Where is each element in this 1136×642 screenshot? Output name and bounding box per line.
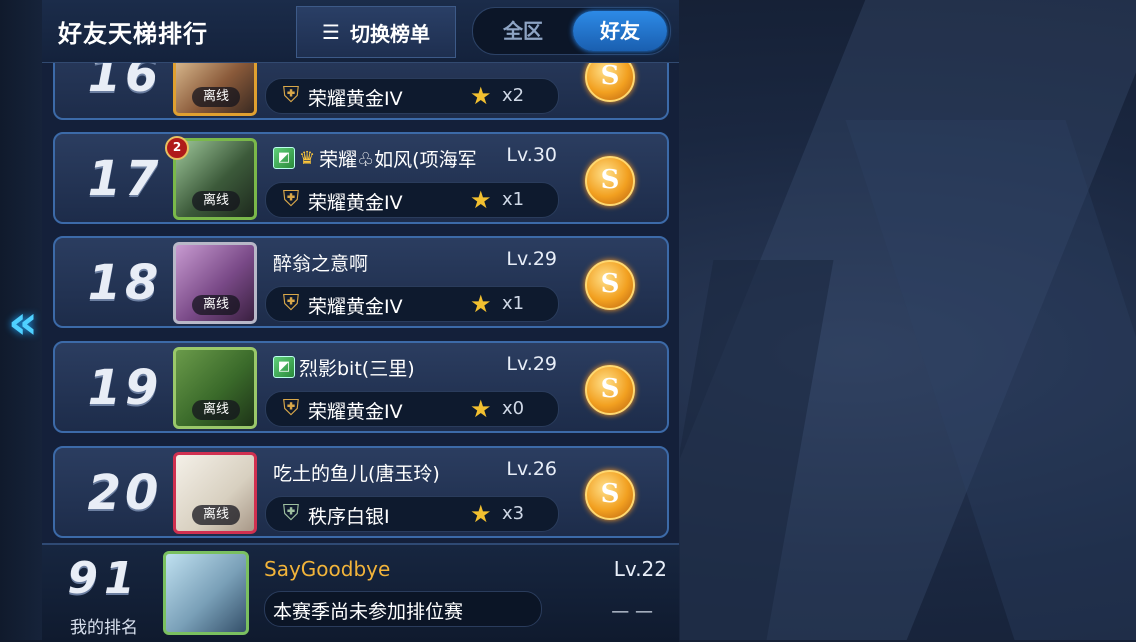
game-center-icon: ◩	[273, 356, 295, 378]
switch-leaderboard-button[interactable]: ☰ 切换榜单	[296, 6, 456, 58]
ranking-row-20[interactable]: 20 离线 吃土的鱼儿(唐玉玲) Lv.26 ⛨ 秩序白银I ★ x3 S	[53, 446, 669, 538]
season-s-button[interactable]: S	[585, 365, 635, 415]
player-level: Lv.29	[506, 248, 557, 270]
scope-tabs: 全区 好友	[472, 7, 671, 55]
my-star-count: — —	[611, 601, 653, 622]
game-center-icon: ◩	[273, 147, 295, 169]
tier-pill: ⛨ 荣耀黄金IV ★ x2	[265, 78, 559, 114]
offline-badge: 离线	[192, 295, 240, 315]
tier-pill: ⛨ 秩序白银I ★ x3	[265, 496, 559, 532]
tier-pill: ⛨ 荣耀黄金IV ★ x1	[265, 286, 559, 322]
my-level: Lv.22	[613, 557, 667, 581]
gold-tier-emblem-icon: ⛨	[282, 187, 300, 212]
player-level: Lv.30	[506, 144, 557, 166]
avatar[interactable]: 离线	[173, 347, 257, 429]
my-avatar[interactable]	[163, 551, 249, 635]
page-title: 好友天梯排行	[58, 20, 208, 48]
player-name: 荣耀♧如风(项海军	[319, 148, 477, 171]
player-level: Lv.26	[506, 458, 557, 480]
background-art	[680, 0, 1136, 640]
star-count: x0	[502, 398, 525, 419]
my-status-pill: 本赛季尚未参加排位赛	[264, 591, 542, 627]
star-icon: ★	[470, 82, 492, 110]
my-status-text: 本赛季尚未参加排位赛	[273, 601, 464, 623]
my-rank-number: 91	[67, 553, 141, 604]
silver-tier-emblem-icon: ⛨	[282, 501, 300, 526]
gold-tier-emblem-icon: ⛨	[282, 83, 300, 108]
star-count: x3	[502, 503, 525, 524]
tier-name: 荣耀黄金IV	[308, 88, 403, 110]
offline-badge: 离线	[192, 191, 240, 211]
gold-tier-emblem-icon: ⛨	[282, 396, 300, 421]
tier-pill: ⛨ 荣耀黄金IV ★ x1	[265, 182, 559, 218]
player-name: 醉翁之意啊	[273, 252, 369, 275]
offline-badge: 离线	[192, 400, 240, 420]
tier-name: 荣耀黄金IV	[308, 192, 403, 214]
my-name: SayGoodbye	[264, 557, 391, 581]
avatar[interactable]: 离线	[173, 452, 257, 534]
back-arrow-icon[interactable]: «	[6, 292, 40, 352]
star-icon: ★	[470, 395, 492, 423]
rank-number: 18	[87, 255, 163, 311]
tab-all-region[interactable]: 全区	[476, 11, 570, 51]
notification-badge: 2	[165, 136, 189, 160]
my-rank-bar: 91 我的排名 SayGoodbye Lv.22 本赛季尚未参加排位赛 — —	[42, 543, 679, 642]
star-count: x2	[502, 85, 525, 106]
ladder-header: 好友天梯排行 ☰ 切换榜单 全区 好友	[42, 0, 679, 63]
rank-number: 19	[87, 360, 163, 416]
offline-badge: 离线	[192, 87, 240, 107]
rank-number: 20	[87, 465, 163, 521]
star-icon: ★	[470, 290, 492, 318]
star-count: x1	[502, 293, 525, 314]
player-name: 吃土的鱼儿(唐玉玲)	[273, 462, 440, 485]
tier-pill: ⛨ 荣耀黄金IV ★ x0	[265, 391, 559, 427]
qq-penguin-icon: ♛	[299, 147, 316, 169]
player-level: Lv.29	[506, 353, 557, 375]
season-s-button[interactable]: S	[585, 156, 635, 206]
gold-tier-emblem-icon: ⛨	[282, 291, 300, 316]
tab-friends[interactable]: 好友	[573, 11, 667, 51]
star-icon: ★	[470, 500, 492, 528]
star-icon: ★	[470, 186, 492, 214]
star-count: x1	[502, 189, 525, 210]
ranking-row-19[interactable]: 19 离线 ◩ 烈影bit(三里) Lv.29 ⛨ 荣耀黄金IV ★ x0 S	[53, 341, 669, 433]
ranking-row-18[interactable]: 18 离线 醉翁之意啊 Lv.29 ⛨ 荣耀黄金IV ★ x1 S	[53, 236, 669, 328]
player-name: 烈影bit(三里)	[299, 357, 415, 380]
list-icon: ☰	[322, 20, 340, 44]
rank-number: 17	[87, 151, 163, 207]
season-s-button[interactable]: S	[585, 260, 635, 310]
avatar[interactable]: 离线	[173, 242, 257, 324]
switch-label: 切换榜单	[349, 21, 430, 46]
ranking-row-17[interactable]: 2 17 离线 ◩ ♛ 荣耀♧如风(项海军 Lv.30 ⛨ 荣耀黄金IV ★ x…	[53, 132, 669, 224]
tier-name: 荣耀黄金IV	[308, 401, 403, 423]
tier-name: 荣耀黄金IV	[308, 296, 403, 318]
tier-name: 秩序白银I	[308, 506, 390, 528]
my-rank-label: 我的排名	[70, 618, 138, 638]
offline-badge: 离线	[192, 505, 240, 525]
season-s-button[interactable]: S	[585, 470, 635, 520]
